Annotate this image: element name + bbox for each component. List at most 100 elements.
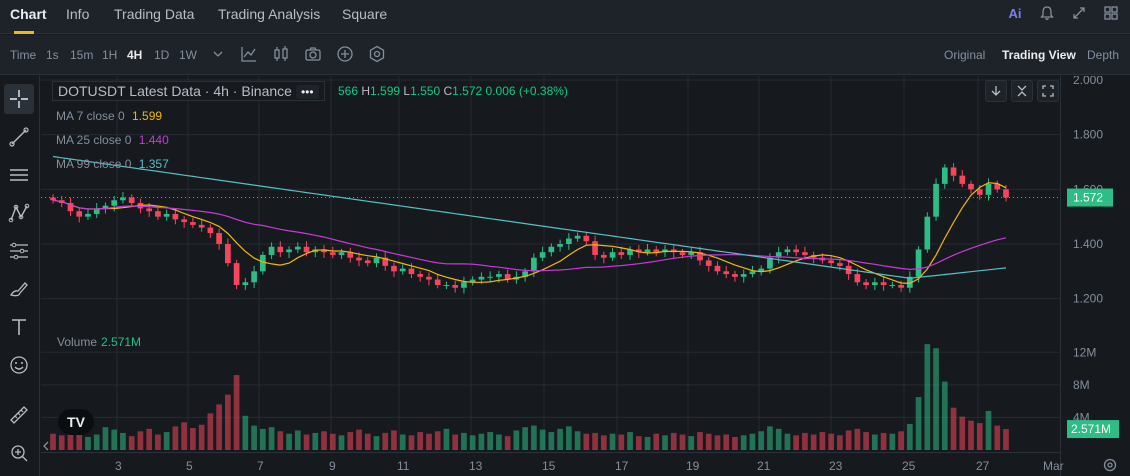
- volume-bar: [434, 431, 441, 450]
- candlestick-chart[interactable]: [41, 76, 1060, 476]
- volume-bar: [399, 434, 406, 450]
- time-axis[interactable]: 3 5 7 9 11 13 15 17 19 21 23 25 27 Mar: [41, 452, 1117, 476]
- tab-trading-analysis[interactable]: Trading Analysis: [218, 6, 320, 22]
- zoom-in-icon[interactable]: [4, 438, 34, 468]
- interval-4h[interactable]: 4H: [127, 48, 142, 62]
- ma7-legend[interactable]: MA 7 close 0 1.599: [56, 109, 162, 123]
- candle-body: [242, 282, 249, 285]
- volume-bar: [321, 431, 327, 450]
- chevron-down-icon[interactable]: [211, 45, 229, 63]
- volume-legend[interactable]: Volume 2.571M: [57, 335, 141, 349]
- ma7-label: MA 7 close 0: [56, 109, 125, 123]
- ruler-icon[interactable]: [4, 400, 34, 430]
- volume-bar: [819, 432, 826, 450]
- candle-body: [898, 285, 904, 288]
- horizontal-lines-icon[interactable]: [4, 160, 34, 190]
- text-tool-icon[interactable]: [4, 312, 34, 342]
- interval-1d[interactable]: 1D: [154, 48, 169, 62]
- candle-body: [941, 167, 948, 184]
- camera-icon[interactable]: [304, 45, 322, 63]
- tab-info[interactable]: Info: [66, 6, 89, 22]
- volume-bar: [880, 432, 887, 450]
- view-depth[interactable]: Depth: [1087, 48, 1119, 62]
- volume-bar: [854, 428, 861, 450]
- interval-1h[interactable]: 1H: [102, 48, 117, 62]
- volume-bar: [251, 425, 257, 450]
- more-options-button[interactable]: •••: [295, 85, 319, 99]
- candle-body: [1003, 189, 1009, 198]
- tab-trading-data[interactable]: Trading Data: [114, 6, 194, 22]
- ma99-label: MA 99 close 0: [56, 157, 132, 171]
- crosshair-icon[interactable]: [4, 84, 34, 114]
- x-tick: Mar: [1043, 459, 1064, 473]
- download-icon[interactable]: [985, 80, 1007, 102]
- candle-body: [207, 227, 214, 234]
- candle-body: [120, 197, 126, 201]
- x-tick: 25: [902, 459, 916, 473]
- volume-tick: 8M: [1073, 378, 1090, 392]
- volume-bar: [705, 433, 712, 450]
- volume-bar: [504, 436, 511, 450]
- price-axis[interactable]: 2.0001.8001.6001.4001.2001.57212M8M4M2.5…: [1060, 73, 1130, 476]
- volume-bar: [749, 433, 756, 450]
- candle-type-icon[interactable]: [272, 45, 290, 63]
- settings-gear-icon[interactable]: [1102, 457, 1118, 476]
- ma99-legend[interactable]: MA 99 close 0 1.357: [56, 157, 169, 171]
- pattern-icon[interactable]: [4, 198, 34, 228]
- emoji-icon[interactable]: [4, 350, 34, 380]
- volume-bar: [906, 423, 913, 450]
- fib-icon[interactable]: [4, 236, 34, 266]
- symbol-title-text: DOTUSDT Latest Data · 4h · Binance: [58, 83, 292, 99]
- close-label: C: [443, 84, 453, 98]
- grid-layout-icon[interactable]: [1102, 5, 1120, 23]
- tab-chart[interactable]: Chart: [10, 6, 47, 22]
- volume-bar: [889, 433, 896, 450]
- candle-body: [566, 238, 572, 244]
- volume-label: Volume: [57, 335, 98, 349]
- volume-bar: [793, 435, 800, 450]
- tab-square[interactable]: Square: [342, 6, 387, 22]
- time-label: Time: [10, 48, 37, 62]
- expand-icon[interactable]: [1070, 5, 1088, 23]
- view-original[interactable]: Original: [944, 48, 985, 62]
- candle-body: [714, 265, 721, 272]
- candle-body: [592, 241, 598, 255]
- volume-bar: [487, 432, 493, 450]
- symbol-title[interactable]: DOTUSDT Latest Data · 4h · Binance •••: [52, 81, 325, 101]
- interval-1w[interactable]: 1W: [179, 48, 197, 62]
- interval-15m[interactable]: 15m: [70, 48, 93, 62]
- open-value: 566: [338, 84, 359, 98]
- interval-1s[interactable]: 1s: [46, 48, 59, 62]
- volume-bar: [172, 426, 179, 450]
- candle-body: [303, 246, 310, 253]
- ma25-legend[interactable]: MA 25 close 0 1.440: [56, 133, 169, 147]
- candle-body: [837, 263, 843, 266]
- low-value: 1.550: [410, 84, 441, 98]
- candle-body: [225, 244, 231, 264]
- fullscreen-icon[interactable]: [1037, 80, 1059, 102]
- candle-body: [216, 233, 222, 244]
- price-axis-scale: 2.0001.8001.6001.4001.2001.57212M8M4M2.5…: [1067, 73, 1119, 439]
- candle-body: [950, 167, 957, 176]
- volume-bar: [985, 410, 992, 450]
- volume-bar: [950, 407, 957, 450]
- add-circle-icon[interactable]: [336, 45, 354, 63]
- volume-bar: [837, 435, 843, 450]
- brush-icon[interactable]: [4, 274, 34, 304]
- x-tick: 5: [186, 459, 193, 473]
- volume-bar: [784, 433, 791, 450]
- indicator-icon[interactable]: [240, 45, 258, 63]
- ai-icon[interactable]: Ai: [1006, 5, 1024, 23]
- chart-canvas[interactable]: [41, 76, 1060, 476]
- collapse-icon[interactable]: [1011, 80, 1033, 102]
- tradingview-logo[interactable]: TV: [58, 409, 94, 435]
- candle-body: [531, 257, 537, 272]
- volume-bar: [618, 434, 625, 450]
- volume-bar: [303, 434, 310, 450]
- ma99-value: 1.357: [138, 157, 169, 171]
- volume-bar: [312, 432, 319, 450]
- view-trading-view[interactable]: Trading View: [1002, 48, 1076, 62]
- settings-icon[interactable]: [368, 45, 386, 63]
- trend-line-icon[interactable]: [4, 122, 34, 152]
- bell-icon[interactable]: [1038, 5, 1056, 23]
